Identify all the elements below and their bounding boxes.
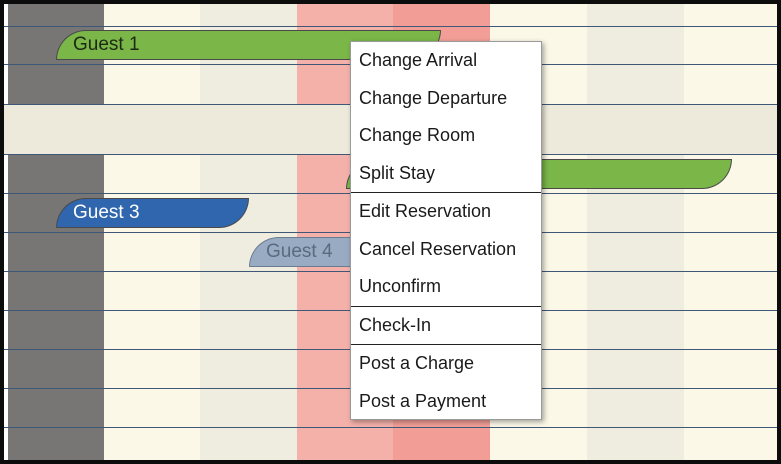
booking-calendar: Guest 1 Guest 3 Guest 4 Change Arrival C…: [0, 0, 781, 464]
menu-item-change-room[interactable]: Change Room: [351, 117, 541, 155]
menu-item-cancel-reservation[interactable]: Cancel Reservation: [351, 231, 541, 269]
menu-item-edit-reservation[interactable]: Edit Reservation: [351, 193, 541, 231]
day-column[interactable]: [200, 4, 297, 460]
row-divider: [4, 427, 777, 428]
menu-item-change-arrival[interactable]: Change Arrival: [351, 42, 541, 80]
menu-item-change-departure[interactable]: Change Departure: [351, 80, 541, 118]
menu-item-check-in[interactable]: Check-In: [351, 307, 541, 345]
day-column[interactable]: [587, 4, 684, 460]
day-column-past: [8, 4, 104, 460]
menu-item-post-payment[interactable]: Post a Payment: [351, 383, 541, 421]
day-column[interactable]: [104, 4, 200, 460]
reservation-bar[interactable]: Guest 3: [56, 198, 249, 228]
reservation-context-menu: Change Arrival Change Departure Change R…: [350, 41, 542, 420]
menu-item-post-charge[interactable]: Post a Charge: [351, 345, 541, 383]
menu-item-split-stay[interactable]: Split Stay: [351, 155, 541, 193]
row-divider: [4, 26, 777, 27]
menu-item-unconfirm[interactable]: Unconfirm: [351, 268, 541, 306]
day-column[interactable]: [684, 4, 777, 460]
